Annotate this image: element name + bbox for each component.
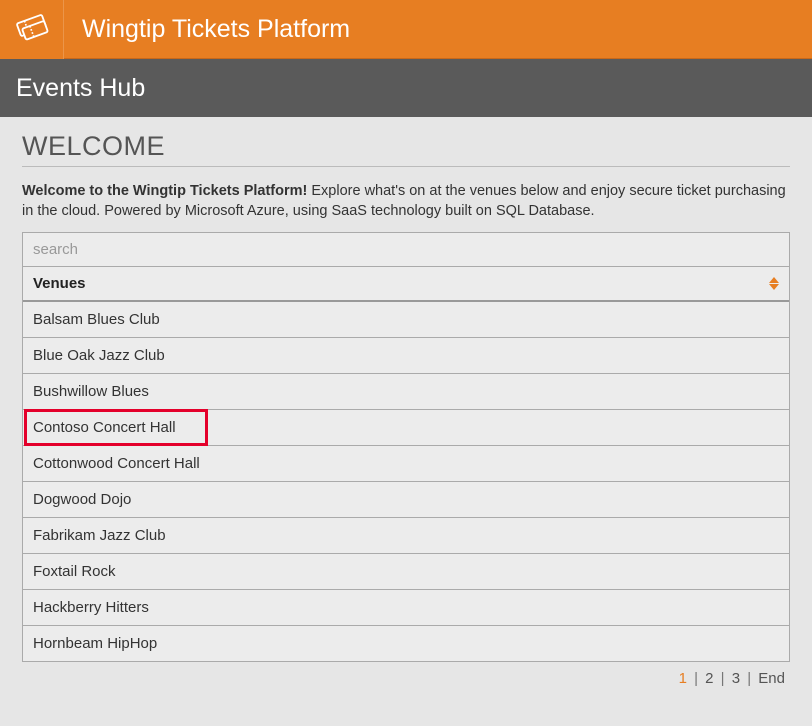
page-link[interactable]: 3: [731, 670, 741, 687]
venue-row[interactable]: Fabrikam Jazz Club: [23, 518, 789, 554]
venue-name: Contoso Concert Hall: [33, 419, 176, 436]
sub-header: Events Hub: [0, 59, 812, 117]
venue-row[interactable]: Hornbeam HipHop: [23, 626, 789, 661]
venue-name: Cottonwood Concert Hall: [33, 455, 200, 472]
venue-row[interactable]: Cottonwood Concert Hall: [23, 446, 789, 482]
venue-row[interactable]: Blue Oak Jazz Club: [23, 338, 789, 374]
table-header-label: Venues: [33, 275, 86, 292]
venue-name: Blue Oak Jazz Club: [33, 347, 165, 364]
venue-name: Bushwillow Blues: [33, 383, 149, 400]
search-row: [23, 233, 789, 267]
header-bar: Wingtip Tickets Platform: [0, 0, 812, 59]
app-title: Wingtip Tickets Platform: [64, 0, 350, 58]
page-title: Events Hub: [16, 74, 145, 103]
pagination: 1 | 2 | 3 | End: [22, 662, 790, 687]
venue-row[interactable]: Contoso Concert Hall: [23, 410, 789, 446]
table-header: Venues: [23, 267, 789, 302]
sort-icon[interactable]: [769, 277, 779, 290]
venue-name: Foxtail Rock: [33, 563, 116, 580]
welcome-heading: WELCOME: [22, 131, 790, 167]
venue-row[interactable]: Balsam Blues Club: [23, 302, 789, 338]
venue-row[interactable]: Bushwillow Blues: [23, 374, 789, 410]
tickets-icon: [12, 7, 52, 52]
page-link[interactable]: 1: [678, 670, 688, 687]
venue-name: Balsam Blues Club: [33, 311, 160, 328]
logo-box: [0, 0, 64, 59]
pagination-separator: |: [688, 670, 704, 687]
content-area: WELCOME Welcome to the Wingtip Tickets P…: [0, 117, 812, 697]
venue-name: Dogwood Dojo: [33, 491, 131, 508]
venue-name: Fabrikam Jazz Club: [33, 527, 166, 544]
venues-table: Venues Balsam Blues Club Blue Oak Jazz Cl…: [22, 232, 790, 662]
venue-row[interactable]: Foxtail Rock: [23, 554, 789, 590]
intro-bold: Welcome to the Wingtip Tickets Platform!: [22, 183, 307, 199]
venue-name: Hackberry Hitters: [33, 599, 149, 616]
page-link[interactable]: End: [757, 670, 786, 687]
venue-row[interactable]: Dogwood Dojo: [23, 482, 789, 518]
venue-name: Hornbeam HipHop: [33, 635, 157, 652]
intro-text: Welcome to the Wingtip Tickets Platform!…: [22, 181, 790, 222]
venue-row[interactable]: Hackberry Hitters: [23, 590, 789, 626]
page-link[interactable]: 2: [704, 670, 714, 687]
search-input[interactable]: [23, 233, 789, 266]
pagination-separator: |: [741, 670, 757, 687]
pagination-separator: |: [714, 670, 730, 687]
